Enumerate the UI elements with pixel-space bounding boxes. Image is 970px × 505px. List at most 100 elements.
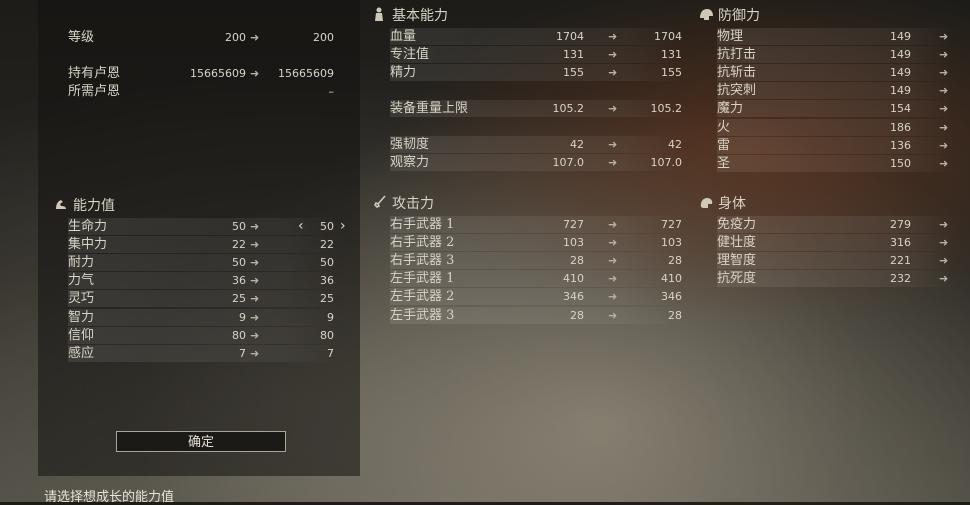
defense-row: 抗打击 149 ➜ (717, 46, 955, 64)
attribute-row-label: 集中力 (68, 237, 108, 253)
defense-row-label: 雷 (717, 137, 731, 153)
attribute-row[interactable]: 感应 7 ➜ 7 (68, 344, 338, 362)
defense-row: 抗斩击 149 ➜ (717, 64, 955, 82)
body-row: 理智度 221 ➜ (717, 252, 955, 270)
level-row: 等级 200 ➜ 200 (68, 29, 338, 46)
defense-row: 物理 149 ➜ (717, 28, 955, 45)
attack-heading: 攻击力 (373, 195, 434, 213)
arrow-icon: ➜ (608, 102, 618, 115)
body-row-label: 理智度 (717, 253, 757, 269)
attack-row-next: 103 (661, 236, 682, 250)
defense-row-label: 抗斩击 (717, 65, 757, 81)
attack-row: 左手武器 3 28 ➜ 28 (390, 306, 682, 324)
attribute-row-current: 50 (232, 220, 246, 233)
basic-title: 基本能力 (392, 8, 448, 24)
basic-stat-row-label: 观察力 (390, 155, 430, 170)
attack-row-current: 410 (563, 272, 584, 286)
attribute-row[interactable]: 灵巧 25 ➜ 25 (68, 290, 338, 308)
arrow-icon: ➜ (250, 328, 260, 342)
attack-row: 右手武器 2 103 ➜ 103 (390, 234, 682, 252)
attack-row: 右手武器 3 28 ➜ 28 (390, 252, 682, 270)
attribute-row[interactable]: 力气 36 ➜ 36 (68, 272, 338, 290)
basic-heading: 基本能力 (373, 7, 448, 25)
attack-row-label: 左手武器 2 (390, 289, 455, 305)
figure-icon (373, 7, 389, 21)
body-icon (699, 196, 715, 210)
runes-held-next: 15665609 (278, 67, 334, 80)
arrow-icon: ➜ (939, 236, 949, 250)
attribute-row[interactable]: 生命力 50 ➜ 50 ‹ › (68, 218, 346, 235)
arrow-icon: ➜ (939, 48, 949, 62)
runes-held-row: 持有卢恩 15665609 ➜ 15665609 (68, 65, 338, 82)
attack-row-label: 右手武器 1 (390, 217, 455, 232)
attribute-row-current: 25 (232, 292, 246, 306)
level-label: 等级 (68, 30, 95, 45)
basic-stat-row-label: 血量 (390, 29, 417, 44)
attribute-row-next: 50 (320, 256, 334, 270)
body-heading: 身体 (699, 195, 746, 213)
attribute-row-label: 力气 (68, 273, 95, 289)
body-row-label: 抗死度 (717, 271, 757, 287)
attack-row: 右手武器 1 727 ➜ 727 (390, 216, 682, 233)
attribute-row[interactable]: 耐力 50 ➜ 50 (68, 254, 338, 272)
runes-needed-row: 所需卢恩 – (68, 83, 338, 100)
attribute-row[interactable]: 信仰 80 ➜ 80 (68, 326, 338, 344)
attack-row-current: 346 (563, 290, 584, 304)
arrow-icon: ➜ (250, 310, 260, 324)
attack-row: 左手武器 2 346 ➜ 346 (390, 288, 682, 306)
body-row-label: 健壮度 (717, 235, 757, 251)
basic-stat-row-current: 1704 (556, 30, 584, 43)
basic-stat-row-current: 155 (563, 66, 584, 79)
level-next: 200 (313, 31, 334, 44)
arrow-icon: ➜ (250, 67, 260, 80)
attribute-row-current: 7 (239, 346, 246, 360)
attribute-row[interactable]: 智力 9 ➜ 9 (68, 308, 338, 326)
arrow-icon: ➜ (608, 66, 618, 79)
runes-needed-label: 所需卢恩 (68, 84, 121, 99)
attack-row-next: 346 (661, 290, 682, 304)
body-row-value: 232 (890, 272, 911, 286)
defense-row-label: 圣 (717, 155, 731, 171)
arrow-icon: ➜ (608, 290, 618, 304)
defense-row-value: 149 (890, 48, 911, 62)
basic-stat-row: 装备重量上限 105.2 ➜ 105.2 (390, 100, 682, 117)
attributes-heading: 能力值 (54, 197, 115, 215)
defense-row: 圣 150 ➜ (717, 154, 955, 172)
attribute-row-next: 22 (320, 238, 334, 252)
attribute-row-next: 25 (320, 292, 334, 306)
arrow-icon: ➜ (939, 254, 949, 268)
basic-stat-row: 观察力 107.0 ➜ 107.0 (390, 154, 682, 171)
runes-needed-next: – (328, 85, 335, 98)
defense-row-label: 抗打击 (717, 47, 757, 63)
attack-row: 左手武器 1 410 ➜ 410 (390, 270, 682, 288)
basic-stat-row-current: 42 (570, 138, 584, 151)
confirm-button[interactable]: 确定 (116, 431, 286, 452)
arrow-icon: ➜ (608, 156, 618, 169)
attack-row-label: 左手武器 3 (390, 307, 455, 323)
attribute-row-next: 80 (320, 328, 334, 342)
attribute-row-label: 耐力 (68, 255, 95, 271)
attribute-row[interactable]: 集中力 22 ➜ 22 (68, 236, 338, 254)
arrow-icon: ➜ (939, 30, 949, 43)
body-row-value: 279 (890, 218, 911, 231)
attribute-row-next: 36 (320, 274, 334, 288)
attribute-row-label: 生命力 (68, 219, 108, 234)
defense-row-value: 149 (890, 66, 911, 80)
basic-stat-row-next: 107.0 (650, 156, 683, 169)
arrow-icon: ➜ (939, 84, 949, 98)
arrow-icon: ➜ (250, 274, 260, 288)
basic-stat-row-label: 精力 (390, 65, 417, 80)
attack-row-current: 28 (570, 254, 584, 268)
attributes-title: 能力值 (73, 198, 115, 214)
arrow-icon: ➜ (939, 272, 949, 286)
attribute-row-label: 灵巧 (68, 291, 95, 307)
defense-row-label: 物理 (717, 29, 744, 44)
arrow-icon: ➜ (608, 272, 618, 286)
defense-row-value: 186 (890, 120, 911, 134)
body-row-label: 免疫力 (717, 217, 757, 232)
chevron-right-icon[interactable]: › (340, 218, 346, 235)
chevron-left-icon[interactable]: ‹ (298, 218, 304, 235)
attack-row-next: 28 (668, 254, 682, 268)
arrow-icon: ➜ (250, 346, 260, 360)
attack-row-current: 103 (563, 236, 584, 250)
